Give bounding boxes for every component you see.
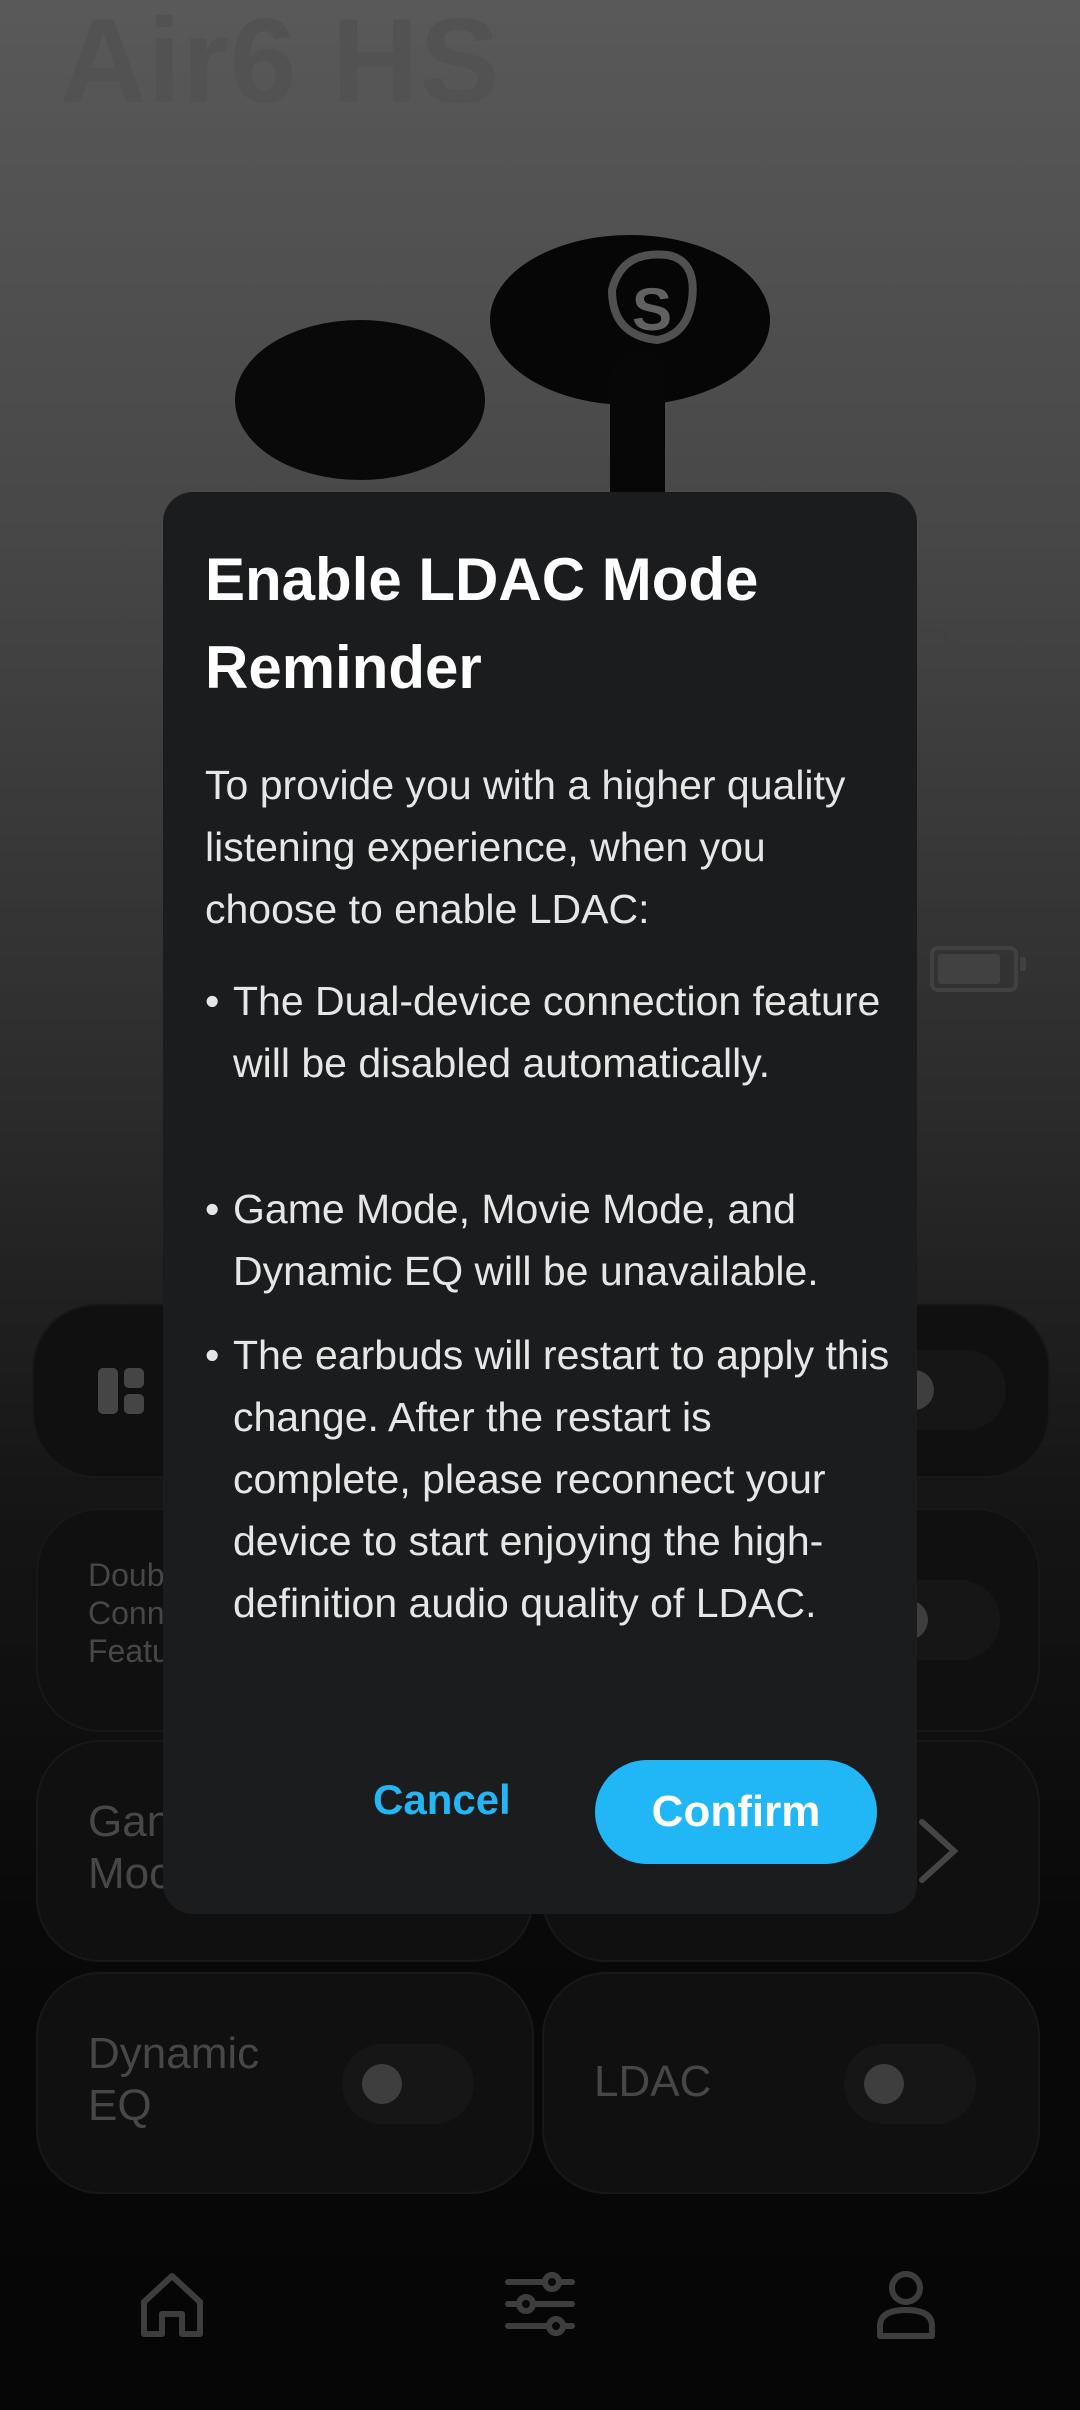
bullet-text: The Dual-device connection feature will … xyxy=(233,978,881,1086)
bullet-text: The earbuds will restart to apply this c… xyxy=(233,1332,890,1626)
dialog-bullet-item: • Game Mode, Movie Mode, and Dynamic EQ … xyxy=(205,1178,885,1302)
dialog-bullet-item: • The earbuds will restart to apply this… xyxy=(205,1324,889,1696)
bullet-dot: • xyxy=(205,1332,220,1378)
dialog-bullet-item: • The Dual-device connection feature wil… xyxy=(205,970,885,1156)
confirm-button[interactable]: Confirm xyxy=(595,1760,877,1864)
dialog-intro-text: To provide you with a higher quality lis… xyxy=(205,762,846,932)
dialog-title: Enable LDAC Mode Reminder xyxy=(205,546,759,701)
ldac-reminder-dialog: Enable LDAC Mode Reminder To provide you… xyxy=(163,492,917,1914)
bullet-dot: • xyxy=(205,1186,220,1232)
bullet-dot: • xyxy=(205,978,220,1024)
cancel-button[interactable]: Cancel xyxy=(373,1760,511,1840)
bullet-text: Game Mode, Movie Mode, and Dynamic EQ wi… xyxy=(233,1186,819,1294)
